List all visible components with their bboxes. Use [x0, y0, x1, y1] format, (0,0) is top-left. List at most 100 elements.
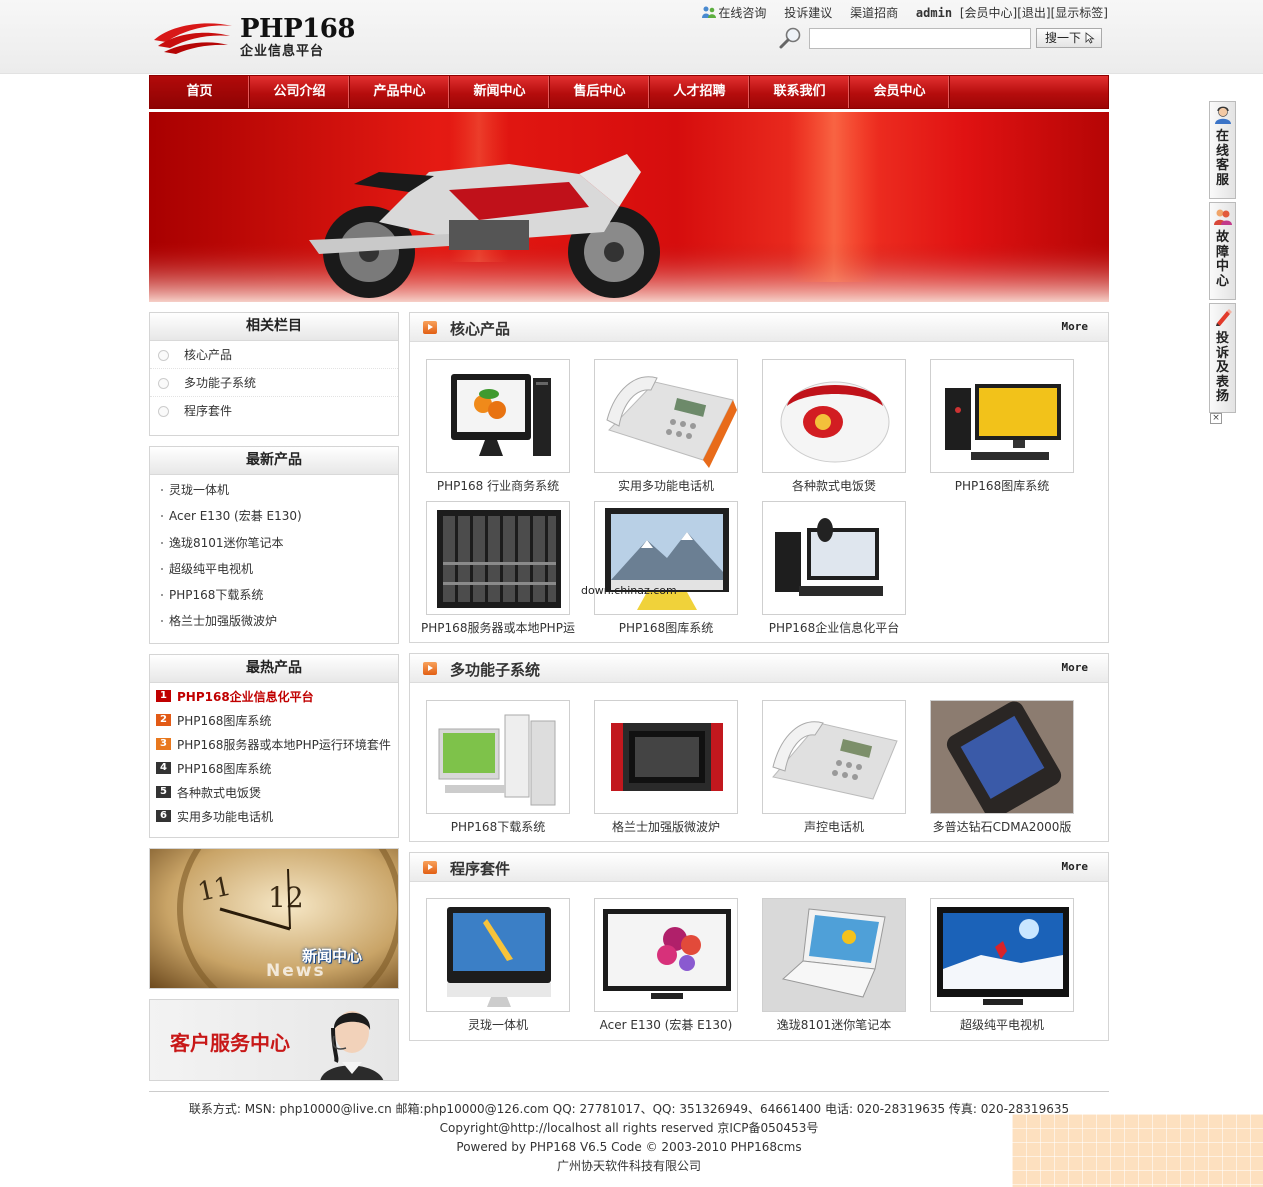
- motorcycle-image: [149, 112, 1109, 302]
- product-name[interactable]: 各种款式电饭煲: [746, 477, 922, 494]
- product-name[interactable]: Acer E130 (宏碁 E130): [578, 1016, 754, 1033]
- list-item-label: PHP168图库系统: [177, 714, 272, 728]
- product-name[interactable]: PHP168服务器或本地PHP运: [410, 619, 586, 636]
- product-thumbnail[interactable]: [762, 700, 906, 814]
- fault-center-button[interactable]: 故障中心: [1209, 202, 1236, 300]
- nav-jobs[interactable]: 人才招聘: [650, 76, 750, 108]
- list-item[interactable]: 2 PHP168图库系统: [150, 709, 398, 733]
- product-thumbnail[interactable]: [930, 700, 1074, 814]
- list-item[interactable]: 3 PHP168服务器或本地PHP运行环境套件: [150, 733, 398, 757]
- product-thumbnail[interactable]: [426, 898, 570, 1012]
- microwave-image: [611, 723, 723, 791]
- hottest-products-box: 最热产品 1 PHP168企业信息化平台 2 PHP168图库系统 3 PHP168服…: [149, 654, 399, 838]
- product-name[interactable]: 逸珑8101迷你笔记本: [746, 1016, 922, 1033]
- product-thumbnail[interactable]: [930, 359, 1074, 473]
- footer-contact: 联系方式: MSN: php10000@live.cn 邮箱:php10000@…: [188, 1102, 1070, 1116]
- list-item[interactable]: 1 PHP168企业信息化平台: [150, 685, 398, 709]
- username[interactable]: admin: [916, 6, 952, 20]
- news-center-banner[interactable]: 11 12 新闻中心 News: [149, 848, 399, 989]
- logo-subtitle: 企业信息平台: [240, 44, 325, 59]
- site-logo[interactable]: PHP168 企业信息平台: [152, 14, 362, 60]
- product-thumbnail[interactable]: [594, 359, 738, 473]
- related-item-multi[interactable]: 多功能子系统: [150, 369, 398, 397]
- list-item[interactable]: 超级纯平电视机: [150, 556, 398, 582]
- nav-home[interactable]: 首页: [150, 76, 250, 108]
- related-item-suite[interactable]: 程序套件: [150, 397, 398, 425]
- search-input[interactable]: [809, 28, 1031, 49]
- product-thumbnail[interactable]: [594, 501, 738, 615]
- show-tags-link[interactable]: [显示标签]: [1051, 6, 1108, 20]
- channel-link[interactable]: 渠道招商: [850, 6, 898, 20]
- list-item[interactable]: 6 实用多功能电话机: [150, 805, 398, 829]
- rank-badge: 5: [156, 786, 171, 798]
- member-center-link[interactable]: [会员中心]: [960, 6, 1017, 20]
- product-name[interactable]: 实用多功能电话机: [578, 477, 754, 494]
- arrow-icon: [423, 321, 437, 334]
- nav-about[interactable]: 公司介绍: [250, 76, 350, 108]
- people-icon: [702, 6, 717, 18]
- nav-after-sales[interactable]: 售后中心: [550, 76, 650, 108]
- complaint-link[interactable]: 投诉建议: [784, 6, 832, 20]
- product-name[interactable]: 格兰士加强版微波炉: [578, 818, 754, 835]
- more-link[interactable]: More: [1062, 860, 1089, 873]
- multi-system-panel: 多功能子系统 More PHP168下载系统 格兰士加强版微波炉 声控电话机 多…: [409, 653, 1109, 842]
- rank-badge: 4: [156, 762, 171, 774]
- flower-monitor-image: [603, 909, 731, 999]
- complaint-praise-button[interactable]: 投诉及表扬: [1209, 303, 1236, 413]
- footer-powered-by[interactable]: Powered by PHP168 V6.5 Code © 2003-2010 …: [149, 1138, 1109, 1157]
- more-link[interactable]: More: [1062, 320, 1089, 333]
- pc-monitor-image: [945, 384, 1061, 460]
- product-name[interactable]: 超级纯平电视机: [914, 1016, 1090, 1033]
- hero-banner[interactable]: [149, 112, 1109, 302]
- arrow-icon: [423, 861, 437, 874]
- floating-service-bar: 在线客服 故障中心 投诉及表扬: [1209, 101, 1236, 416]
- product-thumbnail[interactable]: [762, 898, 906, 1012]
- customer-service-banner[interactable]: 客户服务中心: [149, 999, 399, 1081]
- product-thumbnail[interactable]: [930, 898, 1074, 1012]
- product-thumbnail[interactable]: [594, 898, 738, 1012]
- product-thumbnail[interactable]: [426, 359, 570, 473]
- hottest-products-title: 最热产品: [150, 655, 398, 683]
- rice-cooker-image: [780, 381, 890, 463]
- nav-news[interactable]: 新闻中心: [450, 76, 550, 108]
- product-thumbnail[interactable]: [762, 359, 906, 473]
- product-name[interactable]: 声控电话机: [746, 818, 922, 835]
- list-item[interactable]: Acer E130 (宏碁 E130): [150, 503, 398, 529]
- online-service-button[interactable]: 在线客服: [1209, 101, 1236, 199]
- desktop-workstation-image: [775, 518, 883, 596]
- search-button[interactable]: 搜一下: [1036, 28, 1102, 48]
- product-name[interactable]: PHP168 行业商务系统: [410, 477, 586, 494]
- more-link[interactable]: More: [1062, 661, 1089, 674]
- product-name[interactable]: 灵珑一体机: [410, 1016, 586, 1033]
- panel-title: 多功能子系统: [450, 661, 541, 679]
- close-icon[interactable]: ×: [1210, 413, 1222, 424]
- product-name[interactable]: PHP168企业信息化平台: [746, 619, 922, 636]
- panel-title: 程序套件: [450, 860, 511, 878]
- product-thumbnail[interactable]: [426, 700, 570, 814]
- nav-member-center[interactable]: 会员中心: [850, 76, 950, 108]
- list-item[interactable]: PHP168下载系统: [150, 582, 398, 608]
- imac-mountain-image: [605, 508, 729, 610]
- complaint-praise-label: 投诉及表扬: [1215, 331, 1229, 404]
- related-item-core[interactable]: 核心产品: [150, 341, 398, 369]
- list-item[interactable]: 灵珑一体机: [150, 477, 398, 503]
- list-item[interactable]: 格兰士加强版微波炉: [150, 608, 398, 634]
- product-name[interactable]: 多普达钻石CDMA2000版: [914, 818, 1090, 835]
- product-thumbnail[interactable]: [426, 501, 570, 615]
- product-thumbnail[interactable]: [594, 700, 738, 814]
- list-item[interactable]: 4 PHP168图库系统: [150, 757, 398, 781]
- footer-divider: [149, 1091, 1109, 1092]
- list-item[interactable]: 逸珑8101迷你笔记本: [150, 530, 398, 556]
- online-consult-link[interactable]: 在线咨询: [702, 6, 770, 20]
- product-name[interactable]: PHP168下载系统: [410, 818, 586, 835]
- product-thumbnail[interactable]: [762, 501, 906, 615]
- service-banner-title: 客户服务中心: [170, 1031, 290, 1055]
- logout-link[interactable]: [退出]: [1017, 6, 1050, 20]
- list-item-label: 各种款式电饭煲: [177, 786, 262, 800]
- product-name[interactable]: PHP168图库系统: [578, 619, 754, 636]
- product-name[interactable]: PHP168图库系统: [914, 477, 1090, 494]
- online-consult-label: 在线咨询: [718, 6, 767, 20]
- nav-contact[interactable]: 联系我们: [750, 76, 850, 108]
- nav-products[interactable]: 产品中心: [350, 76, 450, 108]
- list-item[interactable]: 5 各种款式电饭煲: [150, 781, 398, 805]
